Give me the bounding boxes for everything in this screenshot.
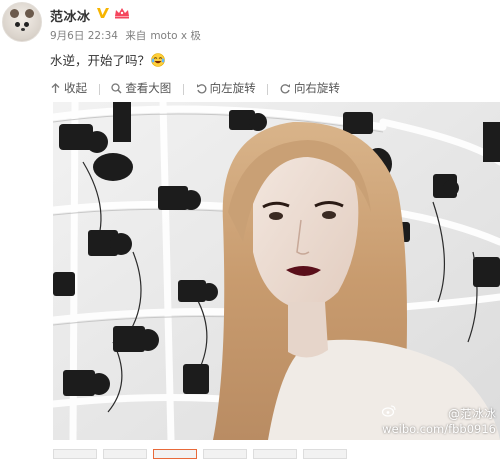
post-header: 范冰冰 9月6日 22:34 来自 moto x 极 (0, 0, 503, 48)
weibo-watermark: @范冰冰 weibo.com/fbb0916 (382, 405, 496, 436)
vip-crown-icon[interactable] (114, 7, 130, 19)
collapse-label: 收起 (64, 81, 87, 95)
toolbar-divider (182, 83, 184, 95)
post-text: 水逆，开始了吗？ (50, 50, 165, 69)
rotate-left-icon (196, 83, 207, 93)
avatar[interactable] (2, 2, 42, 42)
weibo-logo-icon (382, 405, 396, 417)
rotate-right-button[interactable]: 向右旋转 (280, 80, 340, 96)
laugh-cry-emoji-icon (151, 53, 165, 67)
rotate-right-label: 向右旋转 (293, 81, 340, 95)
view-large-label: 查看大图 (125, 81, 172, 95)
collapse-button[interactable]: 收起 (50, 80, 87, 96)
username-link[interactable]: 范冰冰 (50, 6, 91, 25)
source-prefix: 来自 (125, 30, 147, 42)
view-large-button[interactable]: 查看大图 (111, 80, 171, 96)
thumbnail[interactable] (303, 449, 347, 459)
image-toolbar: 收起 查看大图 向左旋转 向右旋转 (50, 80, 346, 96)
post-meta: 9月6日 22:34 来自 moto x 极 (50, 28, 205, 43)
post-time[interactable]: 9月6日 22:34 (50, 30, 118, 42)
thumbnail-active[interactable] (153, 449, 197, 459)
rotate-left-label: 向左旋转 (209, 81, 256, 95)
toolbar-divider (98, 83, 100, 95)
verified-v-icon (97, 8, 109, 18)
collapse-arrow-icon (51, 82, 60, 93)
watermark-handle: @范冰冰 (447, 407, 496, 421)
thumbnail[interactable] (53, 449, 97, 459)
watermark-url: weibo.com/fbb0916 (382, 422, 496, 436)
post-text-content: 水逆，开始了吗？ (50, 53, 151, 68)
thumbnail[interactable] (203, 449, 247, 459)
rotate-left-button[interactable]: 向左旋转 (196, 80, 256, 96)
thumbnail[interactable] (253, 449, 297, 459)
thumbnail[interactable] (103, 449, 147, 459)
magnify-icon (111, 82, 122, 94)
rotate-right-icon (280, 83, 290, 93)
post-source[interactable]: moto x 极 (150, 30, 201, 42)
photo-illustration (53, 102, 500, 440)
toolbar-divider (267, 83, 269, 95)
post-photo[interactable]: @范冰冰 weibo.com/fbb0916 (53, 102, 500, 440)
thumbnail-strip (53, 446, 500, 459)
